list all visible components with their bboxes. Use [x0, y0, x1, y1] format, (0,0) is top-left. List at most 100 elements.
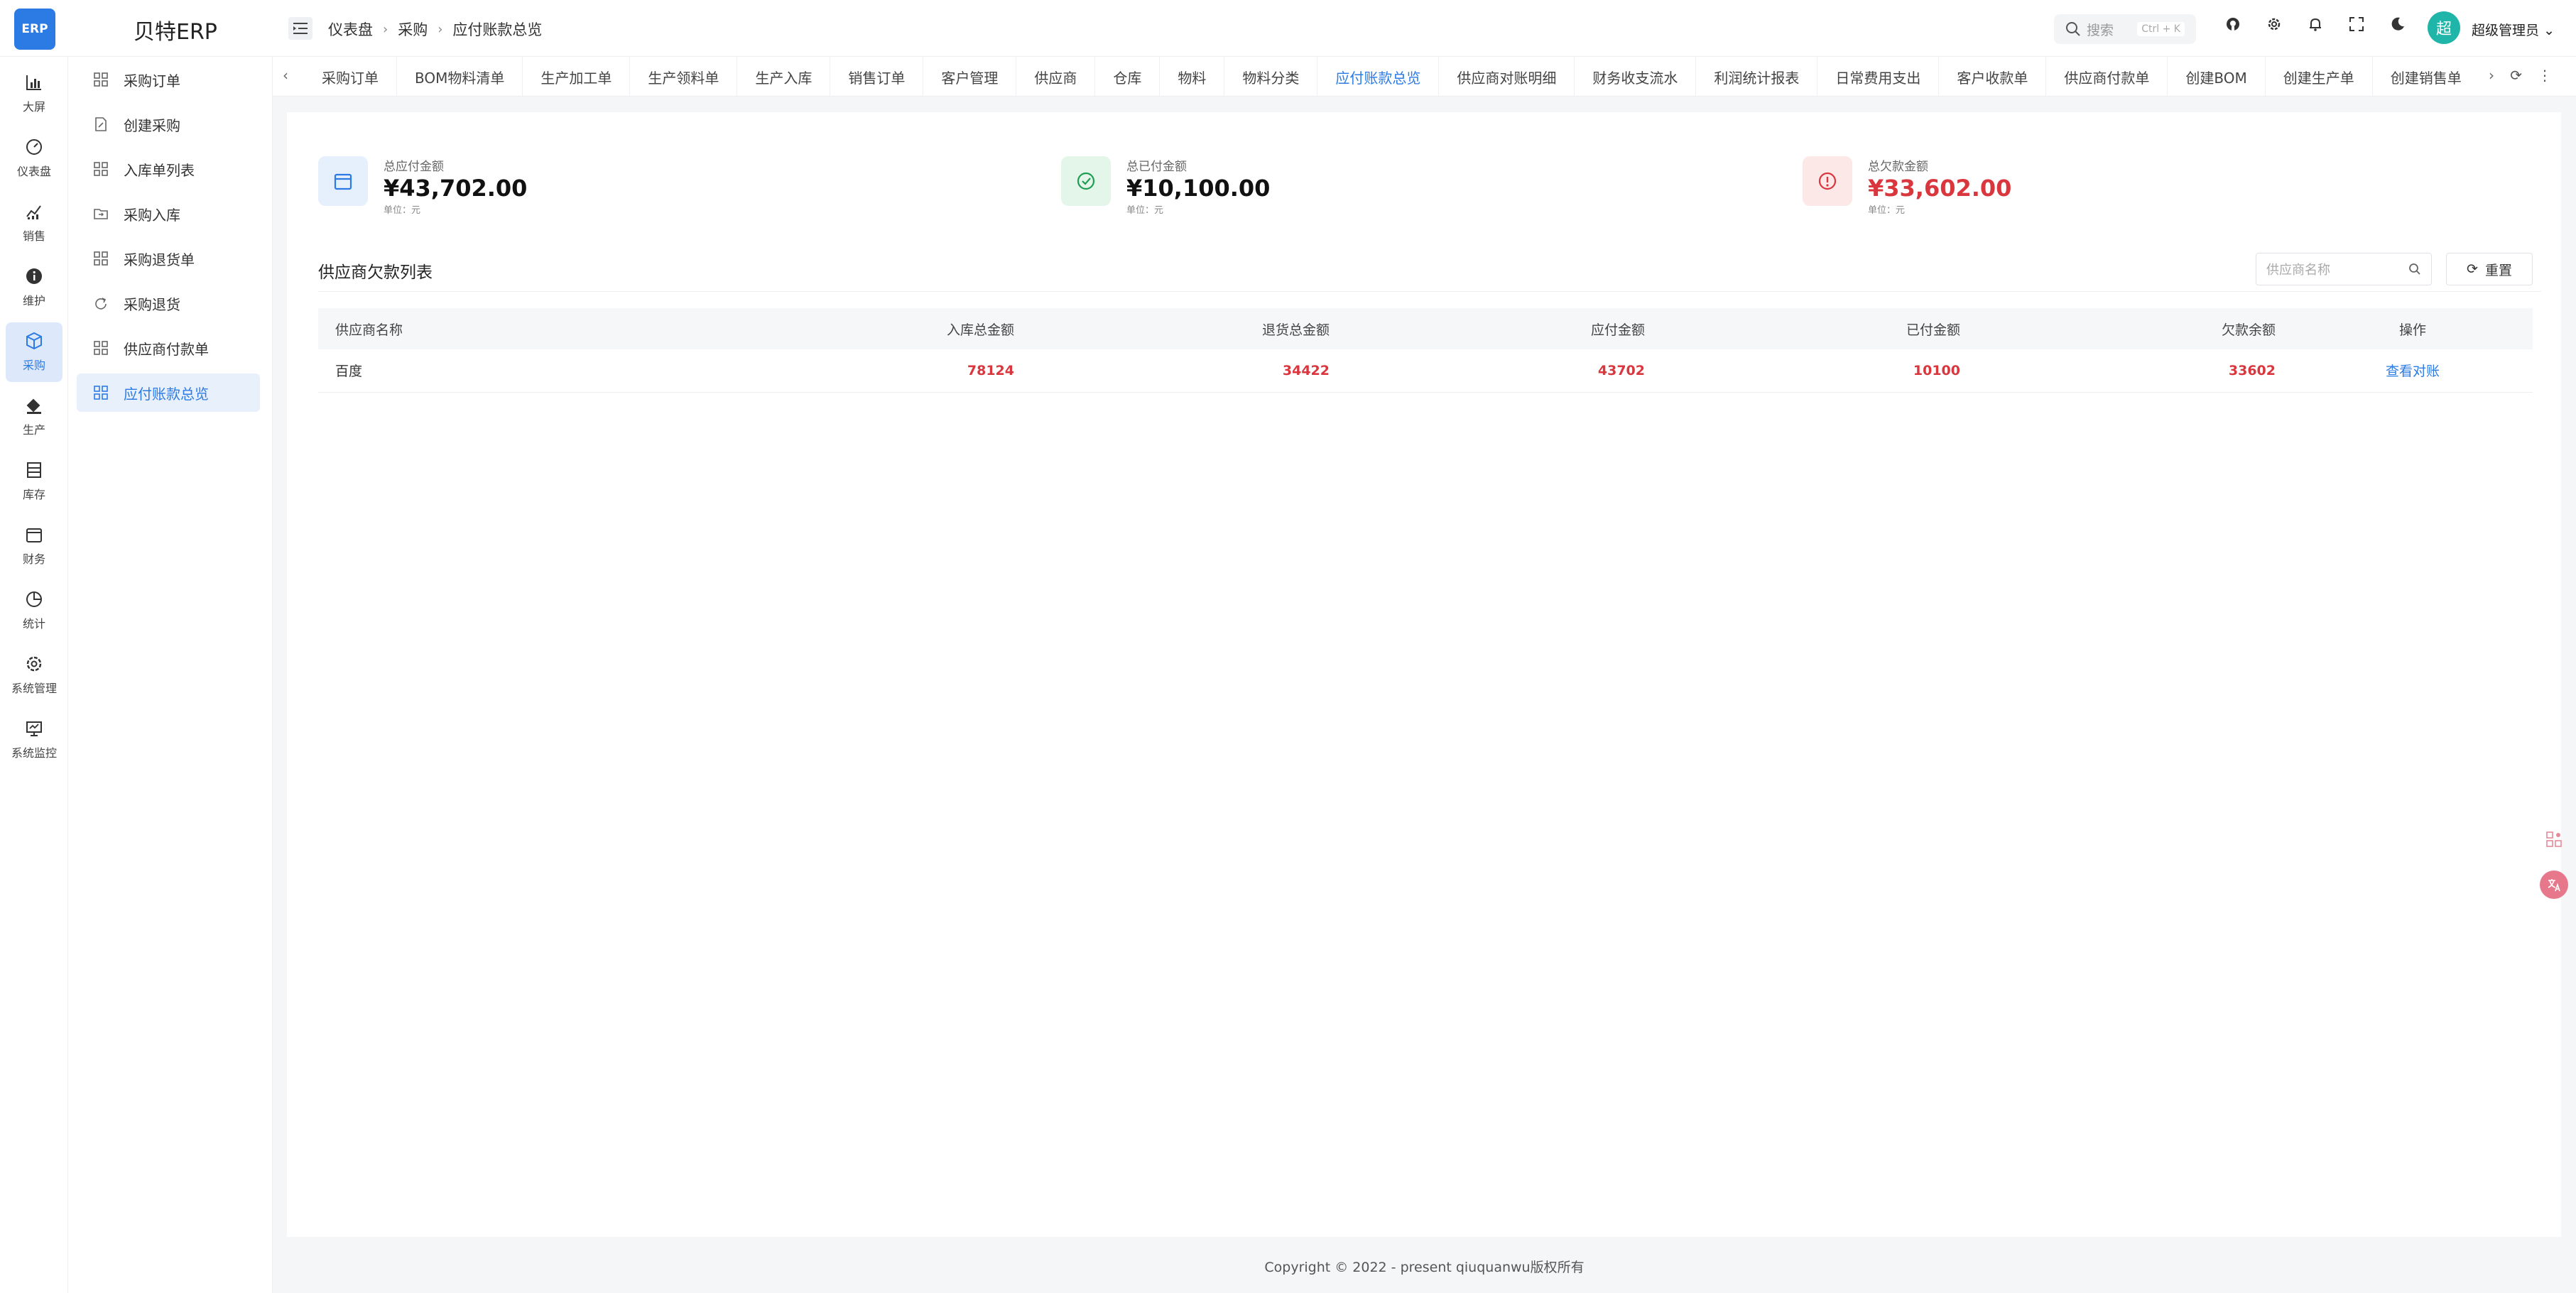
rail-label: 大屏 [22, 100, 45, 114]
breadcrumb-dashboard[interactable]: 仪表盘 [328, 18, 373, 40]
github-icon[interactable] [2224, 16, 2241, 33]
avatar[interactable]: 超 [2428, 11, 2460, 44]
collapse-menu-button[interactable] [288, 17, 313, 40]
submenu-label: 采购订单 [124, 72, 180, 89]
submenu-item-purchase-order[interactable]: 采购订单 [77, 60, 260, 99]
tab-item[interactable]: 供应商对账明细 [1439, 57, 1575, 96]
translate-icon[interactable] [2540, 871, 2568, 899]
tab-item[interactable]: 客户管理 [923, 57, 1017, 96]
stat-unit: 单位：元 [1868, 205, 1906, 216]
section-divider [318, 291, 2541, 292]
tab-list: 采购订单 BOM物料清单 生产加工单 生产领料单 生产入库 销售订单 客户管理 供应商 仓库 物料… [304, 57, 2470, 96]
tab-item[interactable]: 生产入库 [737, 57, 831, 96]
rail-label: 采购 [22, 359, 45, 372]
submenu-item-purchase-return[interactable]: 采购退货 [77, 284, 260, 322]
view-reconciliation-link[interactable]: 查看对账 [2386, 364, 2440, 379]
tab-item[interactable]: 客户收款单 [1939, 57, 2047, 96]
tab-item[interactable]: 销售订单 [830, 57, 924, 96]
stat-label: 总已付金额 [1126, 160, 1187, 174]
stat-total-outstanding: 总欠款金额 ¥33,602.00 单位：元 [1803, 156, 2011, 216]
grid-icon [94, 162, 108, 176]
tab-item[interactable]: 利润统计报表 [1696, 57, 1818, 96]
dark-mode-icon[interactable] [2389, 16, 2406, 33]
rail-item-big-screen[interactable]: 大屏 [6, 64, 63, 124]
rail-label: 系统监控 [11, 746, 57, 760]
stat-total-payable: 总应付金额 ¥43,702.00 单位：元 [318, 156, 527, 216]
top-bar: ERP 贝特ERP 仪表盘 › 采购 › 应付账款总览 搜索 Ctrl + K … [0, 0, 2576, 57]
submenu-item-purchase-inbound[interactable]: 采购入库 [77, 195, 260, 233]
user-name: 超级管理员 [2472, 23, 2540, 38]
stat-value: ¥33,602.00 [1868, 175, 2012, 202]
breadcrumb-purchase[interactable]: 采购 [398, 18, 428, 40]
reset-label: 重置 [2484, 262, 2512, 278]
alert-circle-icon [1803, 156, 1852, 206]
rail-item-production[interactable]: 生产 [6, 387, 63, 447]
rail-item-system-monitor[interactable]: 系统监控 [6, 710, 63, 770]
edit-doc-icon [95, 117, 107, 131]
rail-item-sales[interactable]: 销售 [6, 193, 63, 253]
user-menu[interactable]: 超级管理员 ⌄ [2472, 20, 2555, 39]
fullscreen-icon[interactable] [2348, 16, 2365, 33]
tab-item[interactable]: 生产领料单 [630, 57, 738, 96]
tab-item[interactable]: 创建销售单 [2373, 57, 2470, 96]
tab-item[interactable]: 创建BOM [2168, 57, 2266, 96]
chevron-left-icon[interactable]: ‹ [283, 67, 288, 84]
bell-icon[interactable] [2307, 16, 2324, 33]
column-header: 应付金额 [1347, 308, 1662, 349]
tab-item[interactable]: 财务收支流水 [1575, 57, 1697, 96]
rail-item-statistics[interactable]: 统计 [6, 581, 63, 640]
submenu-item-return-order[interactable]: 采购退货单 [77, 239, 260, 278]
tab-item[interactable]: 日常费用支出 [1817, 57, 1940, 96]
box-icon [26, 332, 42, 350]
tab-item[interactable]: 采购订单 [304, 57, 397, 96]
submenu-label: 创建采购 [124, 116, 180, 134]
paint-bucket-icon [26, 398, 41, 414]
refresh-icon[interactable]: ⟳ [2510, 67, 2522, 84]
column-header: 入库总金额 [716, 308, 1031, 349]
column-header: 退货总金额 [1031, 308, 1347, 349]
rail-item-maintenance[interactable]: 维护 [6, 258, 63, 317]
tab-item[interactable]: 仓库 [1095, 57, 1161, 96]
global-search[interactable]: 搜索 Ctrl + K [2054, 14, 2196, 44]
tab-item[interactable]: 应付账款总览 [1317, 57, 1440, 96]
rail-item-dashboard[interactable]: 仪表盘 [6, 129, 63, 188]
search-icon[interactable] [2408, 263, 2421, 275]
rail-label: 仪表盘 [16, 165, 51, 178]
tab-item[interactable]: 生产加工单 [523, 57, 631, 96]
submenu-item-payables-overview[interactable]: 应付账款总览 [77, 373, 260, 412]
grid-icon [94, 72, 108, 87]
rail-item-purchase[interactable]: 采购 [6, 322, 63, 382]
tab-item[interactable]: 供应商付款单 [2046, 57, 2168, 96]
search-placeholder: 搜索 [2087, 22, 2114, 38]
stat-unit: 单位：元 [384, 205, 421, 216]
tab-item[interactable]: 供应商 [1016, 57, 1096, 96]
chevron-right-icon: › [438, 21, 443, 37]
submenu-item-supplier-payment[interactable]: 供应商付款单 [77, 329, 260, 367]
bar-chart-icon [26, 75, 41, 90]
rail-item-finance[interactable]: 财务 [6, 516, 63, 576]
rail-label: 生产 [22, 423, 45, 437]
table-header-row: 供应商名称 入库总金额 退货总金额 应付金额 已付金额 欠款余额 操作 [318, 308, 2533, 349]
more-vertical-icon[interactable]: ⋮ [2538, 67, 2552, 84]
submenu-label: 采购入库 [124, 206, 180, 224]
tab-item[interactable]: BOM物料清单 [397, 57, 523, 96]
submenu-item-inbound-list[interactable]: 入库单列表 [77, 150, 260, 188]
app-logo[interactable]: ERP [14, 9, 55, 50]
gear-icon [26, 656, 42, 672]
tab-item[interactable]: 物料 [1160, 57, 1225, 96]
submenu-item-create-purchase[interactable]: 创建采购 [77, 105, 260, 143]
rail-item-inventory[interactable]: 库存 [6, 452, 63, 511]
purchase-submenu: 采购订单 创建采购 入库单列表 采购入库 采购退货单 采购退货 供应商付款单 应… [68, 57, 273, 1293]
layout-grid-icon[interactable] [2540, 825, 2568, 853]
chevron-right-icon[interactable]: › [2489, 67, 2494, 84]
supplier-name-filter[interactable]: 供应商名称 [2256, 253, 2432, 285]
tab-item[interactable]: 创建生产单 [2266, 57, 2373, 96]
rail-label: 系统管理 [11, 682, 57, 695]
tab-item[interactable]: 物料分类 [1224, 57, 1318, 96]
check-circle-icon [1061, 156, 1111, 206]
grid-icon [94, 341, 108, 355]
rail-item-system-admin[interactable]: 系统管理 [6, 645, 63, 705]
reset-button[interactable]: ⟳ 重置 [2446, 253, 2533, 285]
submenu-label: 供应商付款单 [124, 340, 209, 358]
settings-icon[interactable] [2266, 16, 2283, 33]
